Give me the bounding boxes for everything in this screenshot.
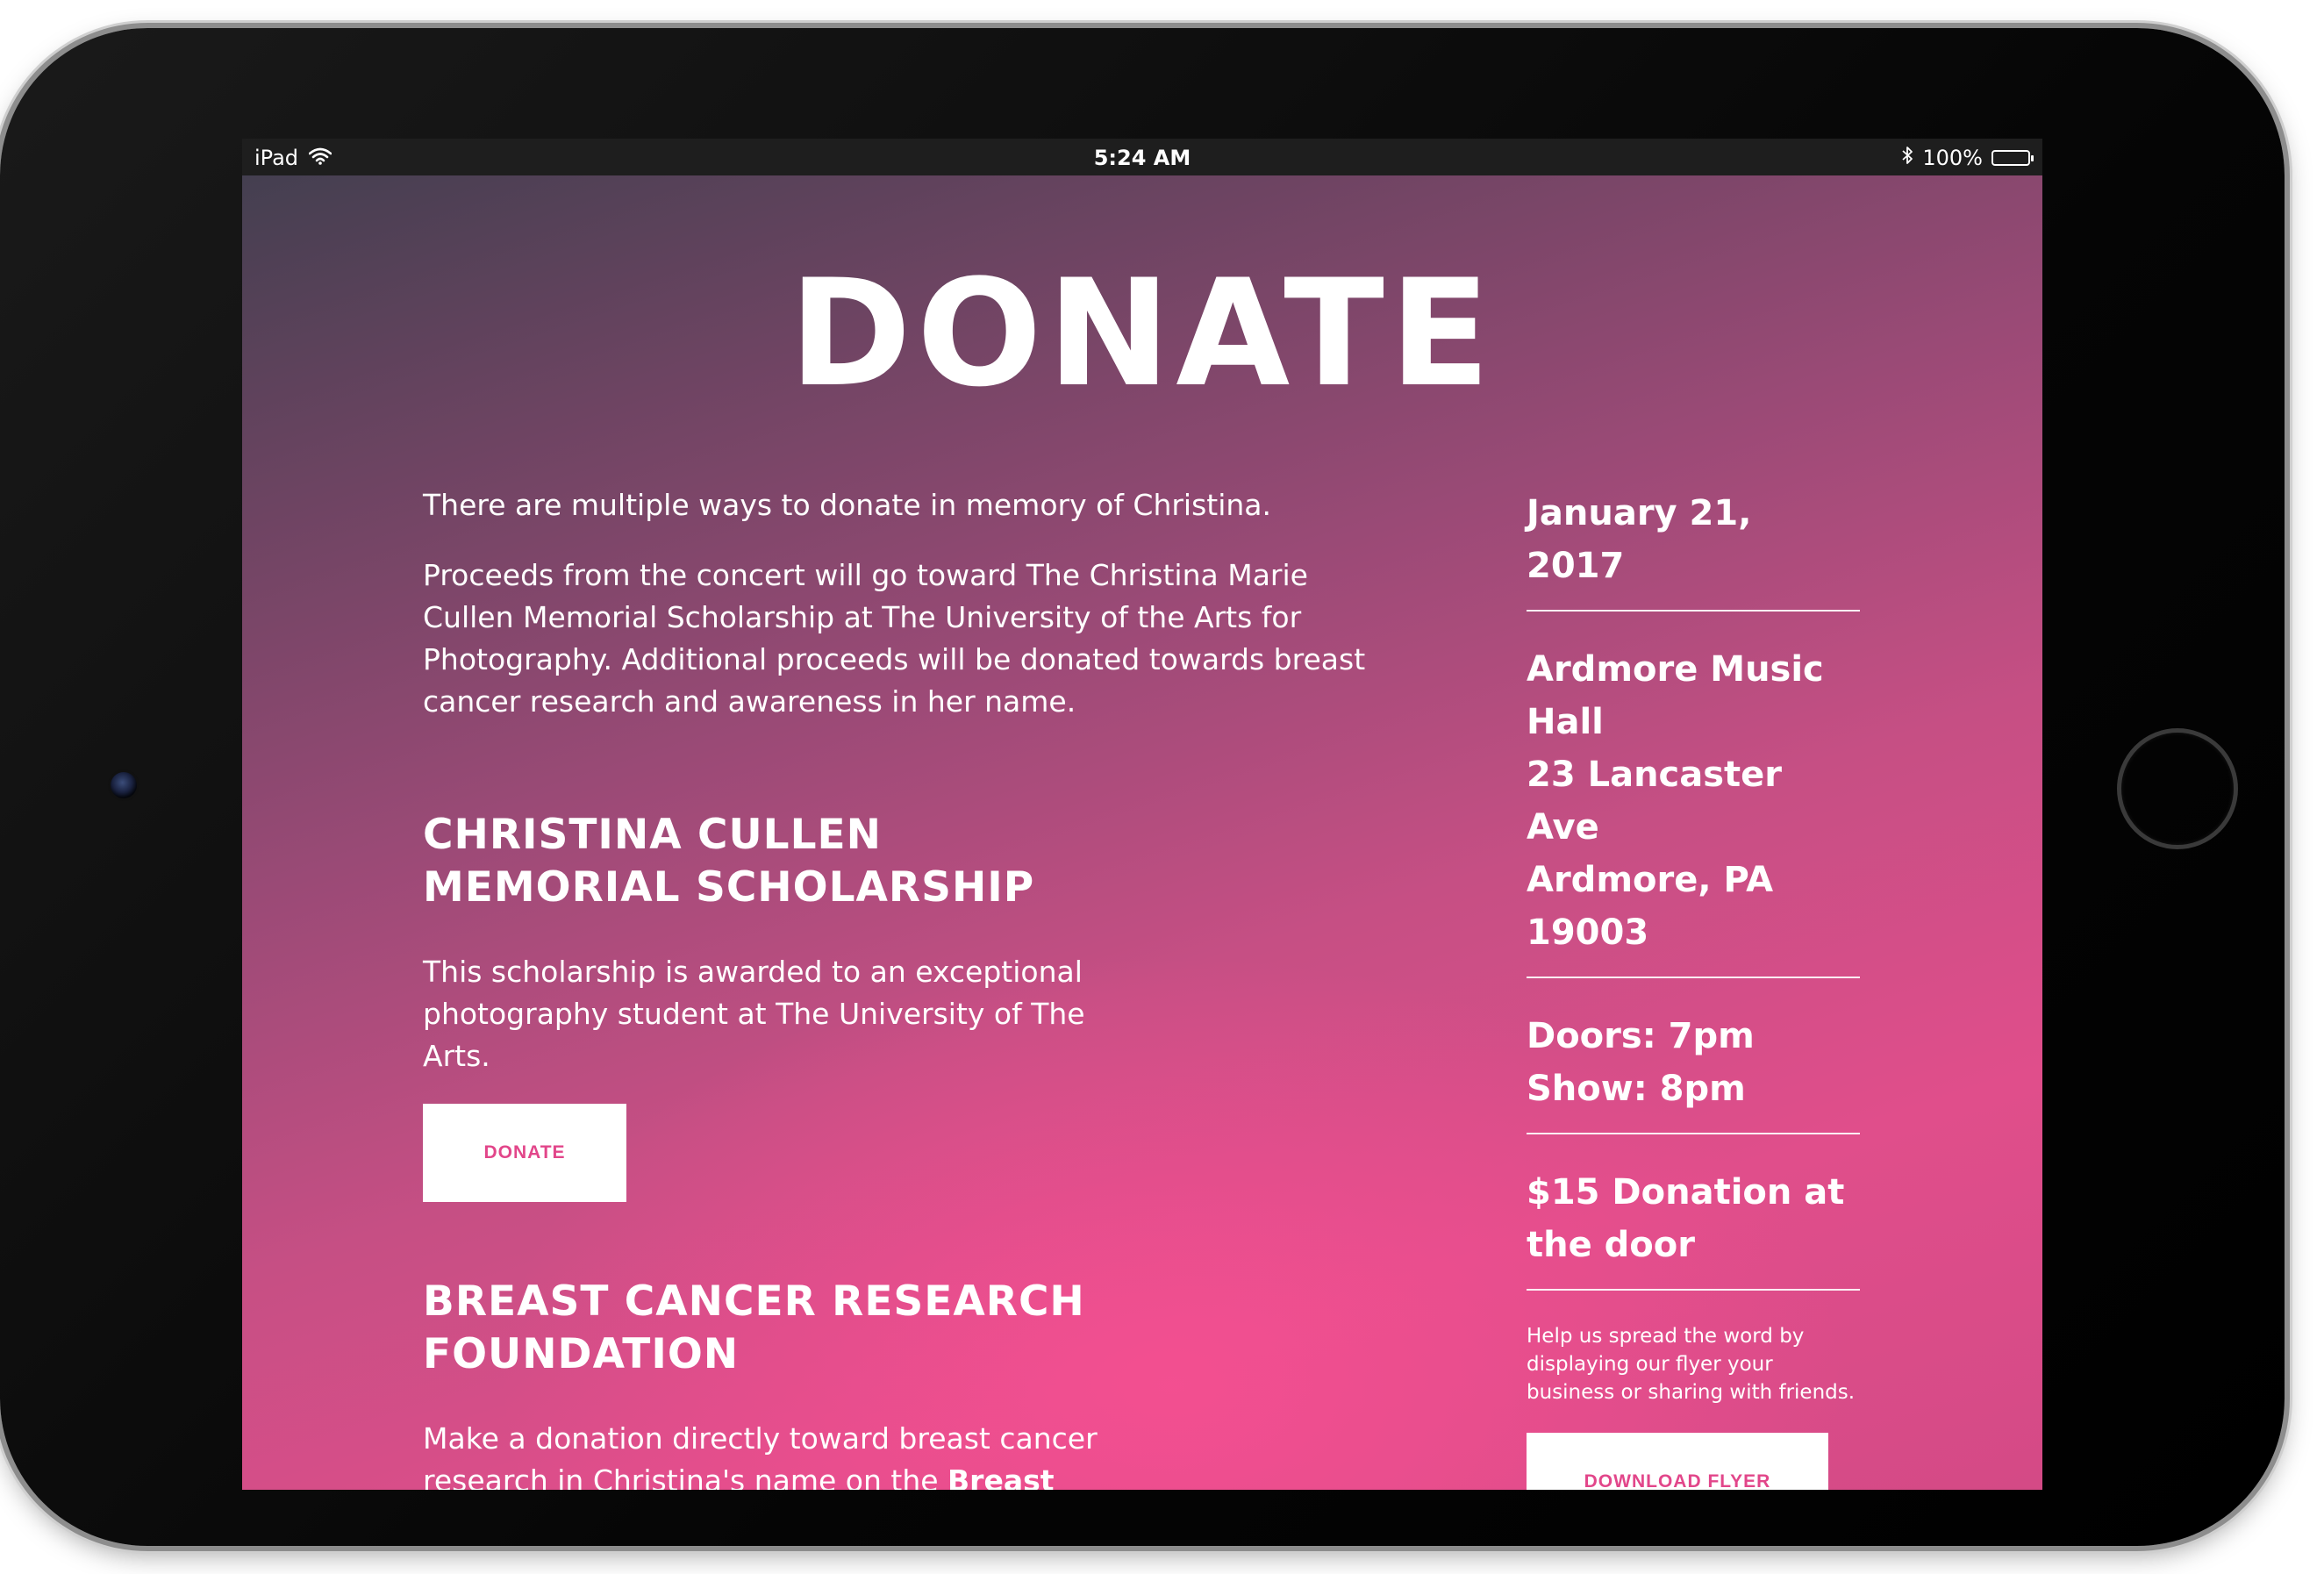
home-button[interactable] xyxy=(2117,728,2238,849)
donation-info-column: There are multiple ways to donate in mem… xyxy=(423,484,1388,1490)
research-heading: BREAST CANCER RESEARCH FOUNDATION xyxy=(423,1277,1085,1378)
front-camera xyxy=(111,772,137,798)
event-details-column: January 21, 2017 Ardmore Music Hall 23 L… xyxy=(1527,487,1860,1490)
ipad-device-frame: iPad 5:24 AM 100% DONATE There are multi… xyxy=(0,28,2285,1546)
donate-page: DONATE There are multiple ways to donate… xyxy=(242,175,2042,1490)
bluetooth-icon xyxy=(1901,146,1913,170)
scholarship-donate-button[interactable]: DONATE xyxy=(423,1104,626,1202)
divider xyxy=(1527,1289,1860,1291)
status-bar-right: 100% xyxy=(1901,146,2034,170)
intro-text: There are multiple ways to donate in mem… xyxy=(423,488,1272,522)
doors-time: Doors: 7pm xyxy=(1527,1016,1755,1056)
scholarship-heading: CHRISTINA CULLEN MEMORIAL SCHOLARSHIP xyxy=(423,811,1035,912)
door-donation: $15 Donation at the door xyxy=(1527,1172,1845,1265)
venue-address-line2: Ardmore, PA 19003 xyxy=(1527,860,1774,953)
research-description: Make a donation directly toward breast c… xyxy=(423,1418,1125,1490)
divider xyxy=(1527,977,1860,978)
divider xyxy=(1527,610,1860,612)
battery-icon xyxy=(1991,150,2034,166)
proceeds-text: Proceeds from the concert will go toward… xyxy=(423,558,1366,719)
divider xyxy=(1527,1133,1860,1134)
event-venue: Ardmore Music Hall 23 Lancaster Ave Ardm… xyxy=(1527,643,1860,959)
show-time: Show: 8pm xyxy=(1527,1069,1746,1109)
status-bar: iPad 5:24 AM 100% xyxy=(242,139,2042,175)
download-flyer-button[interactable]: DOWNLOAD FLYER xyxy=(1527,1433,1828,1490)
venue-name: Ardmore Music Hall xyxy=(1527,649,1824,742)
event-times: Doors: 7pm Show: 8pm xyxy=(1527,1010,1860,1115)
spread-word-text: Help us spread the word by displaying ou… xyxy=(1527,1325,1856,1404)
ipad-screen: iPad 5:24 AM 100% DONATE There are multi… xyxy=(242,139,2042,1490)
page-title: DONATE xyxy=(789,247,1496,419)
battery-percent: 100% xyxy=(1922,146,1983,170)
event-date: January 21, 2017 xyxy=(1527,493,1752,586)
scholarship-description: This scholarship is awarded to an except… xyxy=(423,955,1085,1073)
status-bar-time: 5:24 AM xyxy=(1093,146,1191,170)
venue-address-line1: 23 Lancaster Ave xyxy=(1527,755,1783,848)
